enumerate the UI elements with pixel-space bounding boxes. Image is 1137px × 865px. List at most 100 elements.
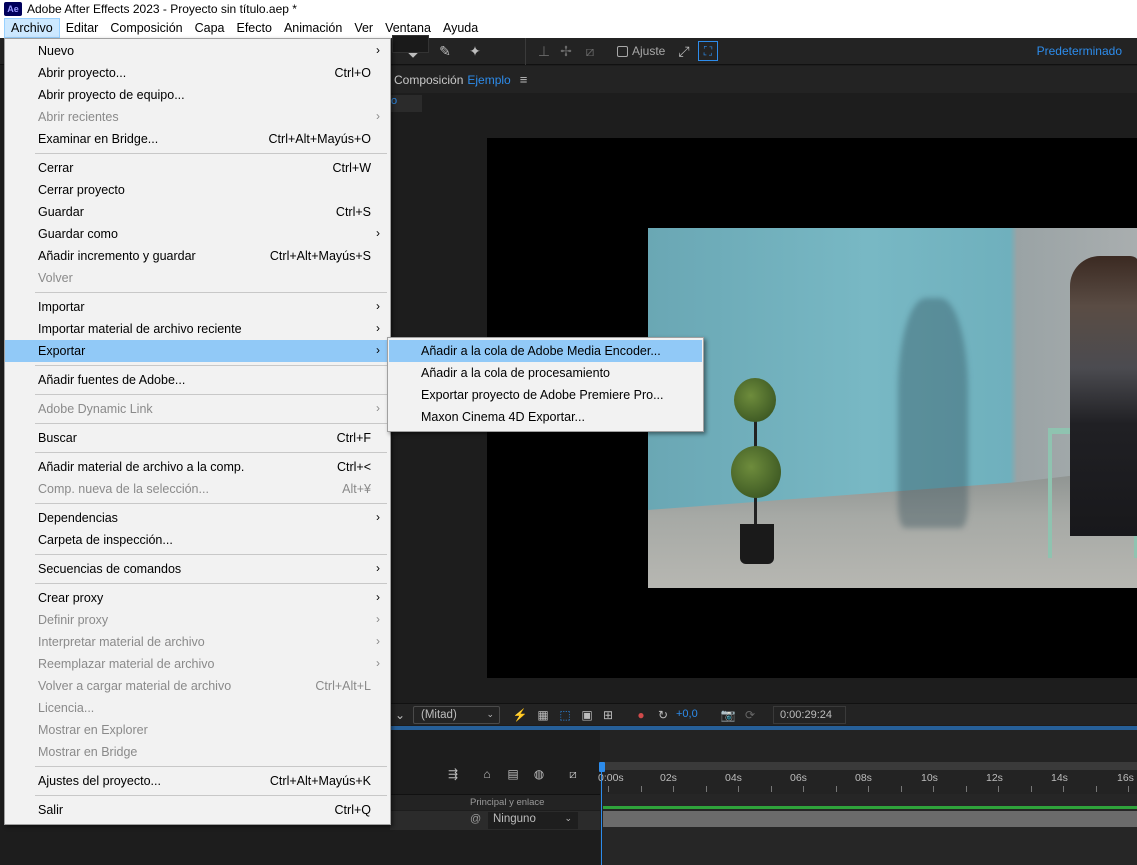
chevron-right-icon: › <box>376 343 380 357</box>
menu-item-interpretar-material-de-archivo: Interpretar material de archivo › <box>5 631 390 653</box>
menu-item-salir[interactable]: Salir Ctrl+Q <box>5 799 390 821</box>
menu-item-cerrar-proyecto[interactable]: Cerrar proyecto <box>5 179 390 201</box>
show-snapshot-icon[interactable]: ⟳ <box>742 707 758 723</box>
menu-ayuda[interactable]: Ayuda <box>437 19 484 37</box>
composition-tab[interactable]: o <box>390 95 422 112</box>
axis-local-icon[interactable]: ⊥ <box>535 42 553 60</box>
panel-menu-icon[interactable]: ≡ <box>520 72 528 87</box>
tick-label: 04s <box>725 772 742 784</box>
menu-ver[interactable]: Ver <box>348 19 379 37</box>
transparency-grid-icon[interactable]: ▦ <box>535 707 551 723</box>
exportar-submenu: Añadir a la cola de Adobe Media Encoder.… <box>387 337 704 432</box>
workspace-default[interactable]: Predeterminado <box>1037 44 1122 58</box>
layer-row[interactable]: @ Ninguno ⌄ <box>390 811 600 830</box>
timeline-search-input[interactable] <box>392 35 429 53</box>
fast-preview-icon[interactable]: ⚡ <box>512 707 528 723</box>
menu-item-guardar[interactable]: Guardar Ctrl+S <box>5 201 390 223</box>
menu-capa[interactable]: Capa <box>189 19 231 37</box>
menu-item-label: Añadir a la cola de procesamiento <box>421 366 611 380</box>
region-of-interest-icon[interactable]: ⬚ <box>557 707 573 723</box>
puppet-pin-tool-icon[interactable]: ✦ <box>466 42 484 60</box>
menu-item-maxon-cinema-4d-exportar[interactable]: Maxon Cinema 4D Exportar... <box>388 406 703 428</box>
menu-archivo[interactable]: Archivo <box>4 17 60 38</box>
menu-item-ajustes-del-proyecto[interactable]: Ajustes del proyecto... Ctrl+Alt+Mayús+K <box>5 770 390 792</box>
shy-layers-icon[interactable]: ⌂ <box>479 766 495 782</box>
menu-item-anadir-a-la-cola-de-procesamiento[interactable]: Añadir a la cola de procesamiento <box>388 362 703 384</box>
composition-label: Composición <box>394 72 464 87</box>
menu-item-label: Mostrar en Bridge <box>38 745 138 759</box>
chevron-down-icon[interactable]: ⌄ <box>392 707 408 723</box>
composition-panel-header: Composición Ejemplo ≡ <box>390 66 1137 93</box>
axis-view-icon[interactable]: ⧄ <box>581 42 599 60</box>
menu-animacion[interactable]: Animación <box>278 19 348 37</box>
title-bar: Ae Adobe After Effects 2023 - Proyecto s… <box>0 0 1137 17</box>
menu-item-secuencias-de-comandos[interactable]: Secuencias de comandos › <box>5 558 390 580</box>
menu-separator <box>5 150 390 157</box>
menu-item-cerrar[interactable]: Cerrar Ctrl+W <box>5 157 390 179</box>
current-time-display[interactable]: 0:00:29:24 <box>773 706 846 724</box>
chevron-right-icon: › <box>376 634 380 648</box>
track-area <box>603 794 1137 865</box>
menu-item-abrir-proyecto-de-equipo[interactable]: Abrir proyecto de equipo... <box>5 84 390 106</box>
menu-ventana[interactable]: Ventana <box>379 19 437 37</box>
composition-name[interactable]: Ejemplo <box>467 73 510 87</box>
menu-item-label: Añadir a la cola de Adobe Media Encoder.… <box>421 344 661 358</box>
mask-visibility-icon[interactable]: ▣ <box>579 707 595 723</box>
menu-item-carpeta-de-inspeccion[interactable]: Carpeta de inspección... <box>5 529 390 551</box>
menu-item-examinar-en-bridge[interactable]: Examinar en Bridge... Ctrl+Alt+Mayús+O <box>5 128 390 150</box>
menu-editar[interactable]: Editar <box>60 19 105 37</box>
parent-select[interactable]: Ninguno ⌄ <box>488 812 578 829</box>
chevron-right-icon: › <box>376 656 380 670</box>
menu-separator <box>5 792 390 799</box>
menu-item-dependencias[interactable]: Dependencias › <box>5 507 390 529</box>
menu-item-anadir-a-la-cola-de-adobe-media-encoder[interactable]: Añadir a la cola de Adobe Media Encoder.… <box>389 340 702 362</box>
menu-item-exportar[interactable]: Exportar › <box>5 340 390 362</box>
time-ruler[interactable]: 0:00s 02s 04s 06s 08s 10s 12s 14s 16s <box>598 762 1137 794</box>
menu-item-label: Volver <box>38 271 73 285</box>
tick-label: 16s <box>1117 772 1134 784</box>
menu-item-anadir-fuentes-de-adobe[interactable]: Añadir fuentes de Adobe... <box>5 369 390 391</box>
menu-item-label: Volver a cargar material de archivo <box>38 679 232 693</box>
layer-duration-bar[interactable] <box>603 811 1137 827</box>
menu-separator <box>5 289 390 296</box>
frame-blending-icon[interactable]: ▤ <box>505 766 521 782</box>
menu-efecto[interactable]: Efecto <box>231 19 278 37</box>
menu-item-nuevo[interactable]: Nuevo › <box>5 40 390 62</box>
graph-editor-icon[interactable]: ⧄ <box>565 766 581 782</box>
roto-brush-tool-icon[interactable]: ✎ <box>436 42 454 60</box>
menu-item-guardar-como[interactable]: Guardar como › <box>5 223 390 245</box>
menu-item-crear-proxy[interactable]: Crear proxy › <box>5 587 390 609</box>
motion-blur-icon[interactable]: ◍ <box>531 766 547 782</box>
color-channels-icon[interactable]: ● <box>633 707 649 723</box>
menu-item-definir-proxy: Definir proxy › <box>5 609 390 631</box>
snap-toggle[interactable]: Ajuste <box>617 44 665 58</box>
menu-item-importar-material-de-archivo-reciente[interactable]: Importar material de archivo reciente › <box>5 318 390 340</box>
menu-item-licencia: Licencia... <box>5 697 390 719</box>
menu-composicion[interactable]: Composición <box>104 19 188 37</box>
exposure-value[interactable]: +0,0 <box>676 708 698 720</box>
menu-item-abrir-proyecto[interactable]: Abrir proyecto... Ctrl+O <box>5 62 390 84</box>
menu-item-anadir-incremento-y-guardar[interactable]: Añadir incremento y guardar Ctrl+Alt+Mayú… <box>5 245 390 267</box>
menu-item-importar[interactable]: Importar › <box>5 296 390 318</box>
resolution-select[interactable]: (Mitad) ⌄ <box>413 706 500 724</box>
reset-exposure-icon[interactable]: ↻ <box>655 707 671 723</box>
menu-item-shortcut: Ctrl+W <box>332 161 371 175</box>
snap-checkbox[interactable] <box>617 45 628 57</box>
pick-whip-icon[interactable]: @ <box>470 813 481 825</box>
camera-snapshot-icon[interactable]: 📷 <box>720 707 736 723</box>
snap-feature-icon[interactable]: ⛶ <box>698 41 718 61</box>
menu-item-label: Abrir recientes <box>38 110 119 124</box>
work-area-bar[interactable] <box>600 762 1137 770</box>
menu-item-buscar[interactable]: Buscar Ctrl+F <box>5 427 390 449</box>
grid-guides-icon[interactable]: ⊞ <box>600 707 616 723</box>
menu-item-anadir-material-de-archivo-a-la-comp[interactable]: Añadir material de archivo a la comp. Ctr… <box>5 456 390 478</box>
playhead[interactable] <box>599 762 605 865</box>
menu-separator <box>5 449 390 456</box>
composition-mini-flowchart-icon[interactable]: ⇶ <box>445 766 461 782</box>
axis-world-icon[interactable]: ✢ <box>557 42 575 60</box>
menu-item-exportar-proyecto-de-adobe-premiere-pro[interactable]: Exportar proyecto de Adobe Premiere Pro.… <box>388 384 703 406</box>
menu-item-label: Adobe Dynamic Link <box>38 402 153 416</box>
menu-separator <box>5 420 390 427</box>
snap-options-icon[interactable]: ⤢ <box>675 42 693 60</box>
menu-separator <box>5 551 390 558</box>
